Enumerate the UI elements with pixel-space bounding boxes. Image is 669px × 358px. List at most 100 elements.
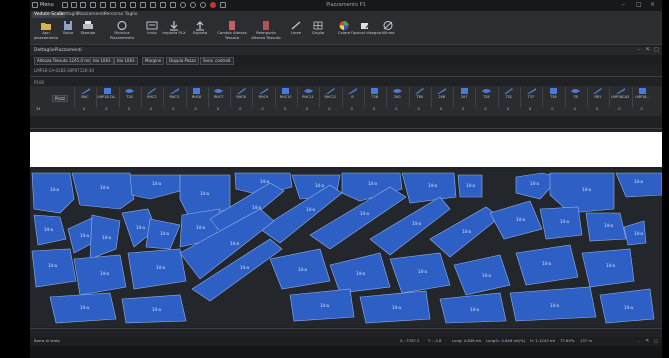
- print-button[interactable]: Stampa: [72, 20, 104, 45]
- piece-column[interactable]: RHC6: [185, 87, 207, 107]
- marker-piece[interactable]: [615, 172, 662, 198]
- panel-restore-icon[interactable]: □: [654, 47, 659, 53]
- tab-percorso-taglio[interactable]: Percorso Taglio: [104, 12, 138, 18]
- panel-pin-icon[interactable]: ⇱: [646, 47, 650, 53]
- piece-count[interactable]: 0: [105, 107, 107, 111]
- piece-count[interactable]: 0: [418, 107, 420, 111]
- piece-column[interactable]: R: [341, 87, 363, 107]
- piece-count[interactable]: 0: [373, 107, 375, 111]
- piece-column[interactable]: T2S: [118, 87, 140, 107]
- piece-column[interactable]: RHC3: [163, 87, 184, 107]
- piece-column[interactable]: 2X0: [386, 87, 407, 107]
- piece-count[interactable]: 0: [507, 107, 509, 111]
- fabric-height-field[interactable]: Altezza Tessuto 1245.0 mm: [34, 56, 96, 65]
- piece-count[interactable]: 0: [306, 107, 308, 111]
- piece-count[interactable]: 0: [618, 107, 620, 111]
- piece-name: 2X8: [438, 95, 446, 99]
- piece-column[interactable]: 2X7: [453, 87, 474, 107]
- window-title: Piazzamento P1: [326, 2, 366, 8]
- piece-count[interactable]: 0: [462, 107, 464, 111]
- marker-piece[interactable]: [129, 174, 181, 200]
- piece-column[interactable]: RHC11: [297, 87, 318, 107]
- piece-count[interactable]: 0: [239, 107, 241, 111]
- marker-piece[interactable]: [31, 172, 75, 214]
- marker-piece[interactable]: [581, 248, 635, 288]
- piece-count[interactable]: 0: [284, 107, 286, 111]
- piece-count[interactable]: 0: [440, 107, 442, 111]
- marker-piece-label: 14-a: [392, 305, 402, 310]
- piece-count[interactable]: 0: [128, 107, 130, 111]
- piece-count[interactable]: 0: [395, 107, 397, 111]
- marker-piece-label: 14-a: [152, 181, 162, 186]
- piece-count[interactable]: 0: [195, 107, 197, 111]
- piece-column[interactable]: T28: [475, 87, 496, 107]
- piece-column[interactable]: RHC12: [319, 87, 340, 107]
- piece-name: 2X7: [460, 95, 468, 99]
- piece-column[interactable]: RHC7: [207, 87, 229, 107]
- double-piece-button[interactable]: Doppia Pezza: [166, 56, 199, 65]
- piece-column[interactable]: T8: [564, 87, 586, 107]
- marker-piece-label: 14-a: [230, 241, 240, 246]
- piece-count[interactable]: 0: [574, 107, 576, 111]
- piece-column[interactable]: RHC9: [252, 87, 273, 107]
- piece-count[interactable]: 0: [217, 107, 219, 111]
- piece-column[interactable]: BHC: [74, 87, 95, 107]
- marker-piece-label: 14-a: [360, 211, 370, 216]
- piece-count[interactable]: 0: [484, 107, 486, 111]
- statusbar-minimize-icon[interactable]: –: [638, 338, 640, 343]
- piece-count[interactable]: 0: [351, 107, 353, 111]
- idx-field-b[interactable]: Idx 1063: [114, 56, 138, 65]
- reload-marker-button[interactable]: Ricarica Piazzamento: [106, 20, 138, 45]
- maximize-icon[interactable]: □: [636, 2, 642, 8]
- piece-count[interactable]: 0: [596, 107, 598, 111]
- piece-column[interactable]: LMP18-CA...: [96, 87, 117, 107]
- panel-minimize-icon[interactable]: –: [638, 47, 641, 53]
- piece-column[interactable]: T38: [542, 87, 563, 107]
- margin-button[interactable]: Margine: [142, 56, 165, 65]
- marker-piece-label: 14-a: [152, 307, 162, 312]
- align-button[interactable]: Allinea: [372, 20, 404, 45]
- marker-piece-label: 14-a: [156, 265, 166, 270]
- marker-piece[interactable]: [71, 172, 135, 210]
- statusbar-restore-icon[interactable]: □: [654, 338, 658, 343]
- marker-piece[interactable]: [401, 172, 457, 204]
- marker-piece-label: 14-a: [634, 231, 644, 236]
- piece-column[interactable]: RHC8: [230, 87, 251, 107]
- marker-drawing[interactable]: 14-a 14-a 14-a 14-a 14-a 14-a 14-a 14-a 14-a 14-a…: [30, 169, 662, 327]
- preview-area[interactable]: [30, 132, 662, 167]
- marker-piece-label: 14-a: [624, 305, 634, 310]
- marker-piece-label: 14-a: [462, 229, 472, 234]
- piece-count[interactable]: 0: [641, 107, 643, 111]
- statusbar-pin-icon[interactable]: ⇱: [646, 338, 649, 343]
- piece-column[interactable]: RHC10: [274, 87, 296, 107]
- export-button[interactable]: Esporta: [184, 20, 216, 45]
- idx-field-a[interactable]: Idx 1063: [90, 56, 114, 65]
- piece-count[interactable]: 0: [150, 107, 152, 111]
- piece-column[interactable]: T2B: [363, 87, 385, 107]
- piece-name: T8: [573, 95, 578, 99]
- piece-count[interactable]: 0: [328, 107, 330, 111]
- piece-column[interactable]: T37: [520, 87, 541, 107]
- piece-column[interactable]: RR1: [586, 87, 608, 107]
- marker-piece[interactable]: [549, 172, 615, 214]
- piece-count[interactable]: 0: [172, 107, 174, 111]
- marker-piece-label: 14-a: [306, 207, 316, 212]
- piece-count[interactable]: 0: [551, 107, 553, 111]
- piece-count[interactable]: 0: [83, 107, 85, 111]
- controls-button[interactable]: Senz. controll.: [200, 56, 235, 65]
- tab-piazzamento[interactable]: Piazzamento: [77, 12, 106, 18]
- piece-column[interactable]: LMP18...: [631, 87, 653, 107]
- reimport-fabric-height-button[interactable]: Reimporta Altezza Tessuto: [250, 20, 282, 45]
- minimize-icon[interactable]: –: [622, 2, 625, 8]
- marker-piece[interactable]: [31, 248, 77, 288]
- piece-column[interactable]: LMP18CA3: [609, 87, 630, 107]
- piece-column[interactable]: T3B: [408, 87, 430, 107]
- piece-column[interactable]: T32: [497, 87, 519, 107]
- piece-column[interactable]: 2X8: [430, 87, 452, 107]
- piece-column[interactable]: RHC2: [140, 87, 162, 107]
- change-fabric-height-button[interactable]: Cambia Altezza Tessuto: [216, 20, 248, 45]
- piece-count[interactable]: 0: [261, 107, 263, 111]
- marker-canvas[interactable]: 14-a 14-a 14-a 14-a 14-a 14-a 14-a 14-a 14-a 14-a…: [30, 169, 662, 327]
- close-icon[interactable]: ×: [650, 2, 655, 8]
- piece-count[interactable]: 0: [529, 107, 531, 111]
